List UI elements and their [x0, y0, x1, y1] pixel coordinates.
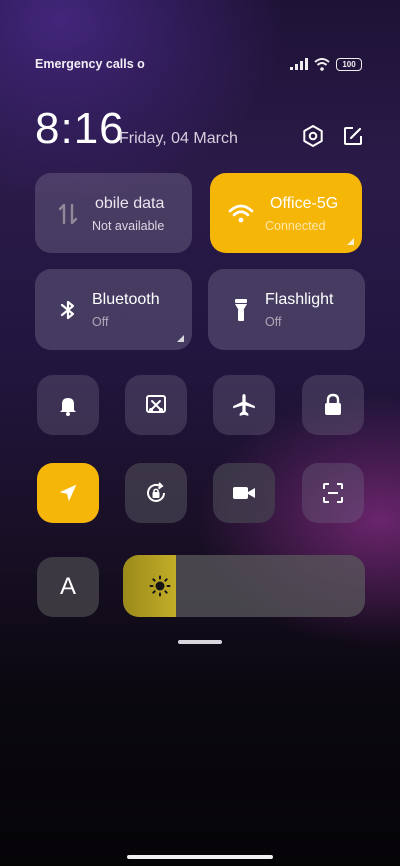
- bluetooth-status: Off: [92, 315, 109, 329]
- wifi-expand-corner[interactable]: [347, 238, 354, 245]
- flashlight-tile[interactable]: Flashlight Off: [208, 269, 365, 350]
- airplane-icon: [233, 394, 255, 416]
- clock-row: 8:16 Friday, 04 March: [35, 104, 365, 154]
- bluetooth-label: Bluetooth: [92, 291, 160, 308]
- battery-indicator: 100: [336, 57, 362, 71]
- mobile-data-status: Not available: [92, 219, 165, 233]
- bluetooth-icon: [60, 300, 75, 320]
- signal-icon: [290, 58, 308, 70]
- scan-icon: [323, 483, 343, 503]
- font-size-button[interactable]: A: [37, 557, 99, 617]
- mobile-data-label: obile data: [95, 195, 165, 212]
- scanner-toggle[interactable]: [302, 463, 364, 523]
- wifi-network-name: Office-5G: [270, 195, 339, 212]
- bell-icon: [60, 398, 76, 416]
- carrier-text: Emergency calls o: [35, 57, 145, 71]
- gesture-navigation-bar[interactable]: [127, 855, 273, 859]
- screenshot-toggle[interactable]: [125, 375, 187, 435]
- location-icon: [59, 484, 77, 502]
- rotation-lock-icon: [147, 482, 165, 502]
- status-icons: 100: [290, 57, 362, 71]
- rotation-lock-toggle[interactable]: [125, 463, 187, 523]
- lock-icon: [325, 393, 341, 415]
- settings-icon[interactable]: [301, 124, 325, 148]
- wifi-tile[interactable]: Office-5G Connected: [210, 173, 362, 253]
- edit-icon[interactable]: [341, 124, 365, 148]
- silent-toggle[interactable]: [37, 375, 99, 435]
- flashlight-label: Flashlight: [265, 291, 334, 308]
- airplane-mode-toggle[interactable]: [213, 375, 275, 435]
- wifi-status-icon: [314, 57, 330, 71]
- status-bar: Emergency calls o 100: [35, 56, 362, 72]
- clock-date[interactable]: Friday, 04 March: [119, 130, 238, 148]
- flashlight-status: Off: [265, 315, 282, 329]
- bluetooth-tile[interactable]: Bluetooth Off: [35, 269, 192, 350]
- lock-screen-toggle[interactable]: [302, 375, 364, 435]
- flashlight-icon: [235, 299, 247, 321]
- wifi-status: Connected: [265, 219, 326, 233]
- brightness-slider[interactable]: [123, 555, 365, 617]
- location-toggle[interactable]: [37, 463, 99, 523]
- sun-icon: [149, 575, 171, 597]
- bluetooth-expand-corner[interactable]: [177, 335, 184, 342]
- mobile-data-tile[interactable]: obile data Not available: [35, 173, 192, 253]
- screen-recorder-toggle[interactable]: [213, 463, 275, 523]
- video-icon: [233, 487, 255, 499]
- mobile-data-icon: [58, 203, 78, 225]
- panel-drag-handle[interactable]: [178, 640, 222, 644]
- wifi-icon: [228, 204, 254, 223]
- screenshot-icon: [146, 395, 166, 413]
- clock-time[interactable]: 8:16: [35, 104, 125, 154]
